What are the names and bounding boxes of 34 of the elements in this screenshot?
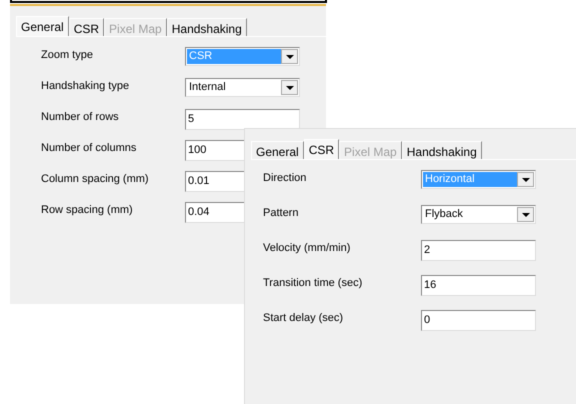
field-label: Zoom type xyxy=(41,48,94,61)
input-field[interactable]: 2 xyxy=(421,240,536,261)
caret-icon xyxy=(522,212,530,216)
field-label: Number of rows xyxy=(41,110,120,123)
field-label: Pattern xyxy=(263,206,300,219)
input-field[interactable]: 16 xyxy=(421,275,536,296)
field-label: Column spacing (mm) xyxy=(41,172,150,185)
dropdown-value: Horizontal xyxy=(423,172,517,187)
tab[interactable]: CSR xyxy=(304,139,340,159)
tab[interactable]: General xyxy=(16,16,69,36)
tab[interactable]: Handshaking xyxy=(402,141,482,159)
tab[interactable]: General xyxy=(251,141,304,159)
dropdown-value: Flyback xyxy=(424,207,464,222)
field-label: Start delay (sec) xyxy=(263,311,344,324)
dropdown[interactable]: Flyback xyxy=(421,205,536,224)
dropdown-arrow-button[interactable] xyxy=(517,172,534,187)
field-label: Velocity (mm/min) xyxy=(263,241,352,254)
dropdown-arrow-button[interactable] xyxy=(517,207,534,222)
dropdown-value: Internal xyxy=(188,80,227,95)
dropdown-arrow-button[interactable] xyxy=(281,80,298,95)
field-label: Handshaking type xyxy=(41,79,130,92)
field-label: Transition time (sec) xyxy=(263,276,364,289)
tab[interactable]: Handshaking xyxy=(166,18,247,36)
caret-icon xyxy=(522,178,530,182)
dropdown-value: CSR xyxy=(187,49,281,64)
input-field[interactable]: 0 xyxy=(421,310,536,331)
dropdown[interactable]: Internal xyxy=(185,78,300,97)
caret-icon xyxy=(286,86,294,90)
field-label: Number of columns xyxy=(41,141,138,154)
tab[interactable]: CSR xyxy=(68,18,104,36)
input-field[interactable]: 5 xyxy=(185,109,300,130)
field-label: Row spacing (mm) xyxy=(41,203,134,216)
caret-icon xyxy=(286,54,294,58)
dropdown-arrow-button[interactable] xyxy=(281,49,298,64)
